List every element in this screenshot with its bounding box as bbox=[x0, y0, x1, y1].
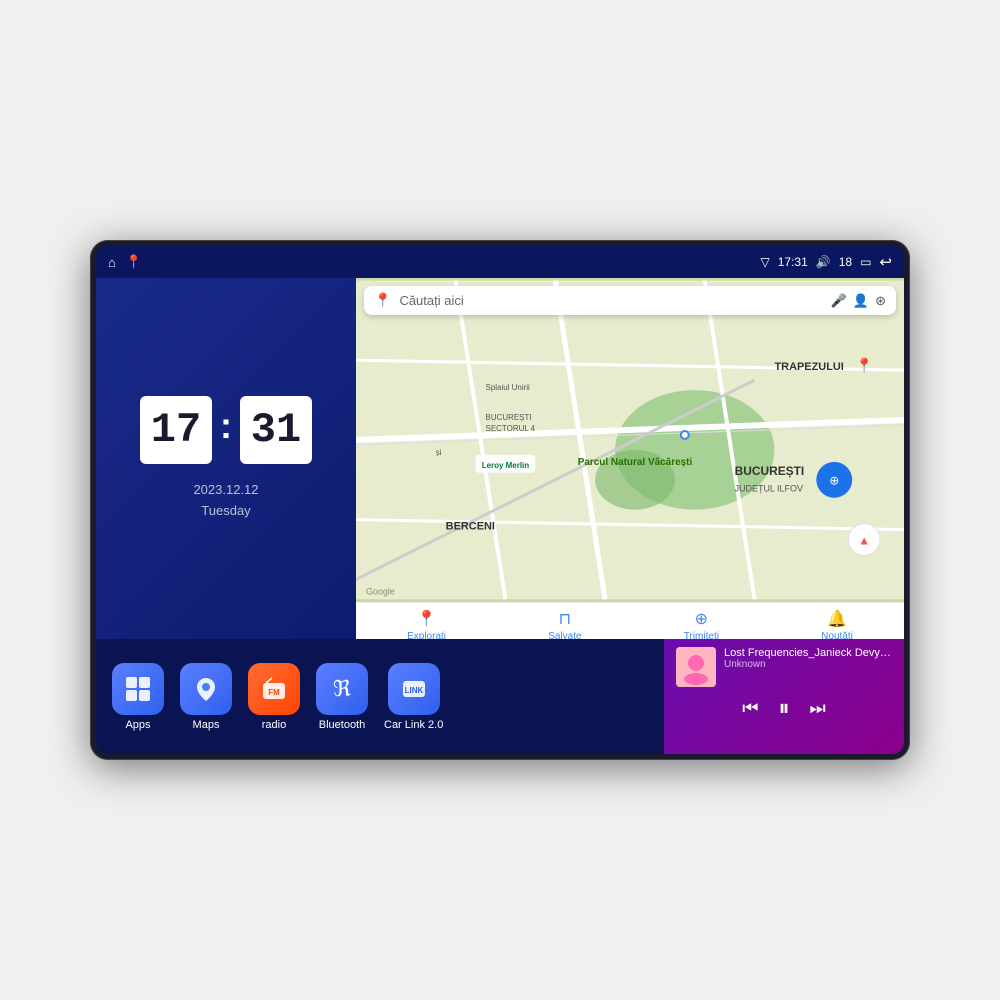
salvate-icon: ⊓ bbox=[559, 609, 571, 629]
battery-icon: ▭ bbox=[860, 255, 871, 269]
app-carlink[interactable]: LINK Car Link 2.0 bbox=[384, 663, 443, 731]
clock-date: 2023.12.12 Tuesday bbox=[193, 480, 258, 522]
trimiteti-icon: ⊕ bbox=[695, 609, 708, 629]
google-maps-icon: 📍 bbox=[374, 292, 391, 309]
svg-text:LINK: LINK bbox=[404, 686, 423, 695]
bluetooth-label: Bluetooth bbox=[319, 719, 365, 731]
music-player: Lost Frequencies_Janieck Devy-... Unknow… bbox=[664, 639, 904, 754]
music-artist: Unknown bbox=[724, 659, 892, 670]
time-display: 17:31 bbox=[778, 255, 808, 269]
svg-text:TRAPEZULUI: TRAPEZULUI bbox=[774, 361, 843, 373]
device-screen: ⌂ 📍 ▽ 17:31 🔊 18 ▭ ↩ 17 : 31 bbox=[96, 246, 904, 754]
music-thumbnail bbox=[676, 647, 716, 687]
mic-icon[interactable]: 🎤 bbox=[831, 293, 847, 309]
apps-row: Apps Maps bbox=[96, 639, 664, 754]
music-top: Lost Frequencies_Janieck Devy-... Unknow… bbox=[676, 647, 892, 687]
maps-icon bbox=[180, 663, 232, 715]
svg-text:▲: ▲ bbox=[858, 534, 870, 548]
clock-display: 17 : 31 bbox=[140, 396, 312, 464]
map-nav-noutati[interactable]: 🔔 Noutăți bbox=[821, 609, 853, 639]
layers-icon[interactable]: ⊛ bbox=[875, 293, 886, 309]
svg-text:Leroy Merlin: Leroy Merlin bbox=[482, 461, 530, 470]
volume-level: 18 bbox=[839, 255, 852, 269]
map-nav-salvate[interactable]: ⊓ Salvate bbox=[548, 609, 581, 639]
app-bluetooth[interactable]: ℜ Bluetooth bbox=[316, 663, 368, 731]
prev-button[interactable]: ⏮ bbox=[742, 698, 758, 719]
svg-text:BERCENI: BERCENI bbox=[446, 521, 495, 533]
clock-minute: 31 bbox=[240, 396, 312, 464]
svg-text:și: și bbox=[436, 448, 442, 457]
play-pause-button[interactable]: ⏸ bbox=[778, 695, 789, 721]
clock-panel: 17 : 31 2023.12.12 Tuesday bbox=[96, 278, 356, 639]
svg-text:FM: FM bbox=[268, 688, 280, 697]
app-apps[interactable]: Apps bbox=[112, 663, 164, 731]
volume-icon: 🔊 bbox=[816, 255, 831, 269]
svg-text:⊕: ⊕ bbox=[829, 474, 839, 488]
music-info: Lost Frequencies_Janieck Devy-... Unknow… bbox=[724, 647, 892, 670]
status-bar: ⌂ 📍 ▽ 17:31 🔊 18 ▭ ↩ bbox=[96, 246, 904, 278]
svg-text:ℜ: ℜ bbox=[333, 676, 351, 701]
svg-text:📍: 📍 bbox=[855, 357, 872, 374]
app-radio[interactable]: FM radio bbox=[248, 663, 300, 731]
map-bottom-nav: 📍 Explorați ⊓ Salvate ⊕ Trimiteți 🔔 bbox=[356, 602, 904, 639]
music-title: Lost Frequencies_Janieck Devy-... bbox=[724, 647, 892, 659]
map-pin-icon[interactable]: 📍 bbox=[126, 254, 142, 270]
home-icon[interactable]: ⌂ bbox=[108, 255, 116, 270]
clock-hour: 17 bbox=[140, 396, 212, 464]
status-left: ⌂ 📍 bbox=[108, 254, 142, 270]
bluetooth-icon: ℜ bbox=[316, 663, 368, 715]
svg-text:Parcul Natural Văcărești: Parcul Natural Văcărești bbox=[578, 457, 693, 468]
device-frame: ⌂ 📍 ▽ 17:31 🔊 18 ▭ ↩ 17 : 31 bbox=[90, 240, 910, 760]
account-icon[interactable]: 👤 bbox=[853, 293, 869, 309]
apps-icon bbox=[112, 663, 164, 715]
svg-text:SECTORUL 4: SECTORUL 4 bbox=[486, 424, 536, 433]
map-search-bar[interactable]: 📍 Căutați aici 🎤 👤 ⊛ bbox=[364, 286, 896, 315]
top-section: 17 : 31 2023.12.12 Tuesday 📍 Căutați aic… bbox=[96, 278, 904, 639]
signal-icon: ▽ bbox=[761, 255, 770, 269]
map-search-placeholder[interactable]: Căutați aici bbox=[399, 293, 822, 308]
noutati-icon: 🔔 bbox=[827, 609, 847, 629]
main-content: 17 : 31 2023.12.12 Tuesday 📍 Căutați aic… bbox=[96, 278, 904, 754]
maps-label: Maps bbox=[193, 719, 220, 731]
status-right: ▽ 17:31 🔊 18 ▭ ↩ bbox=[761, 253, 893, 271]
next-button[interactable]: ⏭ bbox=[810, 698, 826, 719]
map-search-actions: 🎤 👤 ⊛ bbox=[831, 293, 886, 309]
map-panel[interactable]: 📍 Căutați aici 🎤 👤 ⊛ bbox=[356, 278, 904, 639]
svg-text:BUCUREȘTI: BUCUREȘTI bbox=[486, 413, 532, 422]
radio-label: radio bbox=[262, 719, 286, 731]
app-maps[interactable]: Maps bbox=[180, 663, 232, 731]
svg-text:BUCUREȘTI: BUCUREȘTI bbox=[735, 464, 805, 478]
svg-text:Google: Google bbox=[366, 586, 395, 596]
map-nav-trimiteti[interactable]: ⊕ Trimiteți bbox=[684, 609, 719, 639]
radio-icon: FM bbox=[248, 663, 300, 715]
map-nav-explorati[interactable]: 📍 Explorați bbox=[407, 609, 446, 639]
svg-text:JUDEȚUL ILFOV: JUDEȚUL ILFOV bbox=[735, 484, 803, 494]
back-button[interactable]: ↩ bbox=[879, 253, 892, 271]
explorati-icon: 📍 bbox=[417, 609, 437, 629]
music-controls: ⏮ ⏸ ⏭ bbox=[676, 695, 892, 721]
carlink-label: Car Link 2.0 bbox=[384, 719, 443, 731]
carlink-icon: LINK bbox=[388, 663, 440, 715]
apps-label: Apps bbox=[125, 719, 150, 731]
clock-colon: : bbox=[220, 405, 232, 447]
svg-text:Splaiul Unirii: Splaiul Unirii bbox=[486, 383, 531, 392]
bottom-section: Apps Maps bbox=[96, 639, 904, 754]
map-view[interactable]: Parcul Natural Văcărești TRAPEZULUI BUCU… bbox=[356, 278, 904, 602]
